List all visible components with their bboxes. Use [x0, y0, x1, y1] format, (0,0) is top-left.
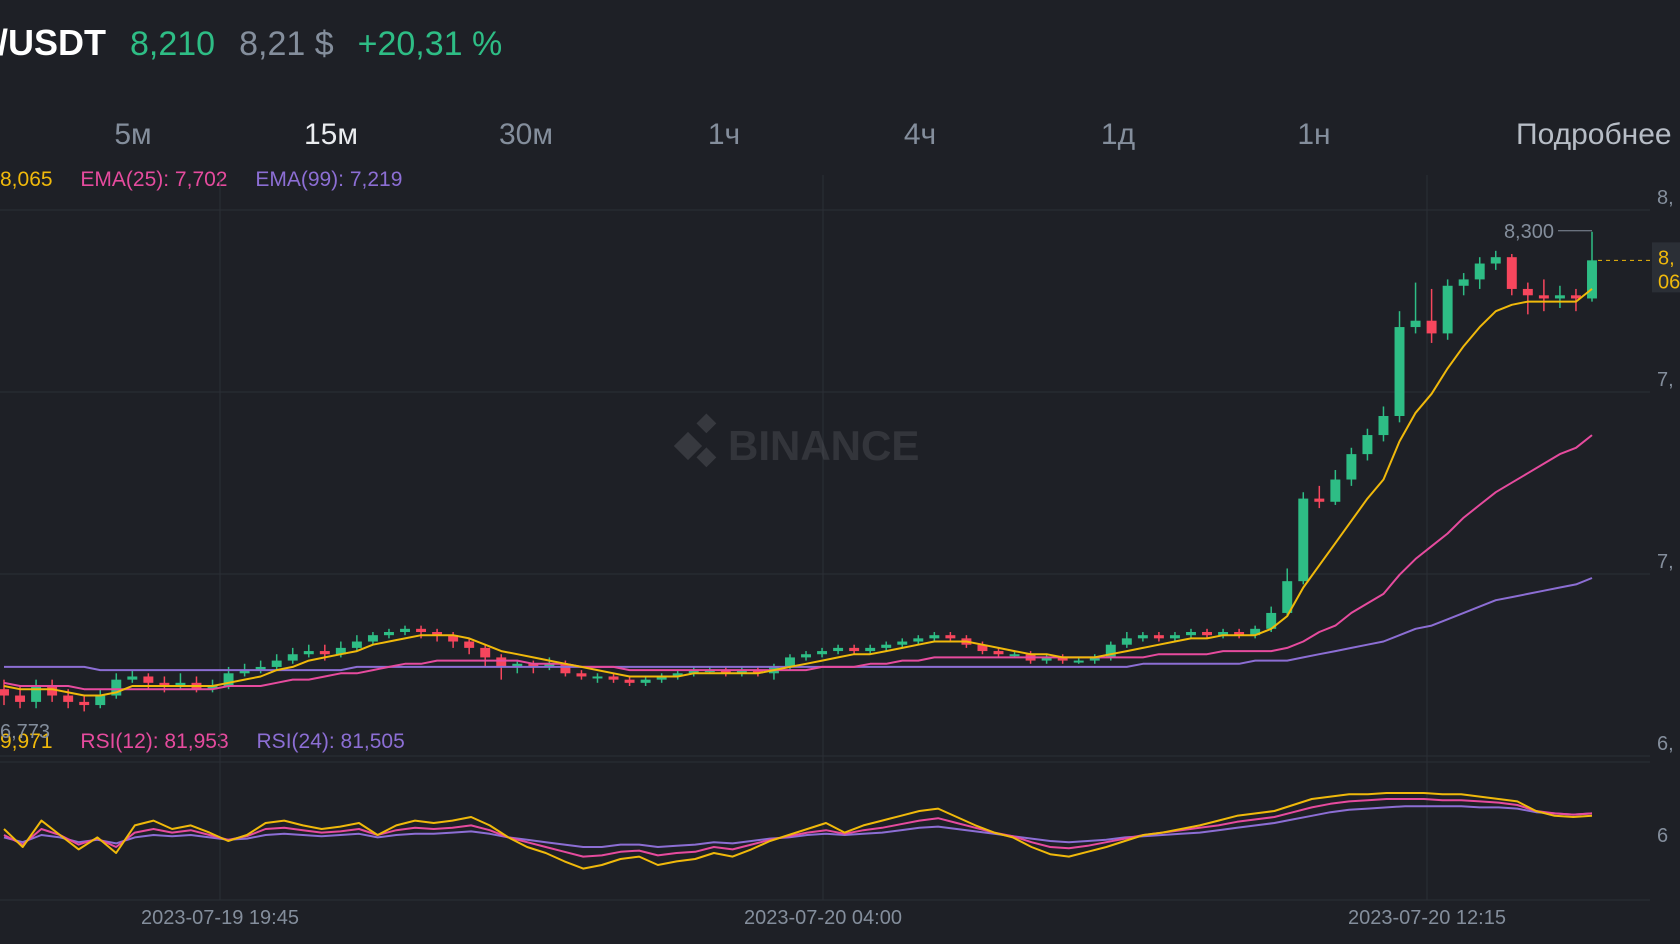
candle-up: [1121, 638, 1132, 645]
x-tick-label: 2023-07-19 19:45: [141, 907, 299, 929]
candle-up: [1458, 279, 1469, 286]
candle-down: [849, 647, 860, 652]
candle-down: [0, 689, 9, 696]
binance-logo-icon: [673, 413, 717, 468]
candle-up: [881, 644, 892, 648]
rsi-lines: [3, 792, 1593, 870]
candle-up: [271, 660, 282, 667]
candle-down: [624, 679, 635, 683]
rsi12-line: [3, 798, 1593, 858]
candle-down: [79, 701, 90, 706]
price-chart[interactable]: BINANCE 8, 7, 7, 6, 6 2023-07-19 19:45 2023-07…: [0, 0, 1680, 944]
ema7-line: [3, 288, 1593, 697]
candle-down: [143, 676, 154, 683]
candle-up: [1186, 632, 1196, 636]
candle-up: [1474, 263, 1485, 280]
candle-up: [383, 632, 394, 636]
ema99-line: [4, 577, 1593, 672]
axis-labels: 8, 7, 7, 6, 6 2023-07-19 19:45 2023-07-20 04:0…: [0, 187, 1680, 929]
candle-down: [1522, 288, 1533, 296]
candle-up: [929, 635, 940, 639]
candle-up: [817, 651, 828, 655]
candle-up: [1009, 654, 1020, 657]
watermark-text: BINANCE: [728, 422, 919, 469]
y-tick-label: 7,: [1657, 551, 1674, 573]
candle-up: [400, 628, 410, 632]
candle-up: [303, 651, 314, 655]
candle-up: [801, 654, 811, 658]
y-tick-label: 7,: [1657, 369, 1674, 391]
candle-up: [865, 647, 876, 652]
candle-up: [1490, 257, 1501, 264]
candle-up: [1298, 498, 1309, 582]
candle-down: [1426, 320, 1437, 334]
last-price-tag-value: 8,: [1658, 247, 1675, 269]
rsi6-line: [3, 792, 1593, 870]
candle-down: [480, 647, 491, 658]
candle-down: [63, 695, 74, 702]
candle-down: [319, 651, 330, 655]
last-price-tag-countdown: 06: [1658, 271, 1680, 293]
candle-up: [897, 641, 908, 645]
candle-down: [608, 676, 619, 680]
candle-up: [127, 676, 138, 680]
candle-down: [993, 651, 1004, 655]
candle-down: [576, 673, 587, 677]
candle-up: [1330, 479, 1341, 502]
candle-down: [15, 695, 26, 702]
candle-up: [1073, 660, 1084, 663]
candle-up: [640, 679, 651, 683]
candle-up: [1410, 320, 1421, 328]
x-tick-label: 2023-07-20 04:00: [744, 907, 902, 929]
binance-watermark: BINANCE: [673, 413, 919, 469]
candle-up: [95, 695, 106, 706]
candle-up: [1169, 635, 1180, 639]
candle-down: [464, 641, 475, 648]
candle-down: [1153, 635, 1164, 639]
candle-down: [416, 628, 427, 632]
candle-up: [1394, 327, 1405, 416]
chart-grid: [0, 175, 1650, 901]
high-price-label: 8,300: [1504, 221, 1554, 243]
candle-up: [1378, 416, 1389, 436]
candle-up: [1346, 454, 1357, 480]
x-tick-label: 2023-07-20 12:15: [1348, 907, 1506, 929]
y-tick-label: 8,: [1657, 187, 1674, 209]
candle-down: [1314, 498, 1325, 502]
candle-up: [367, 635, 378, 642]
candle-down: [496, 657, 507, 667]
candle-down: [945, 635, 956, 639]
candle-up: [1362, 435, 1373, 455]
candle-down: [1506, 257, 1517, 289]
candle-up: [592, 676, 603, 679]
candle-up: [351, 641, 362, 648]
candles: [0, 231, 1597, 712]
candle-down: [1202, 632, 1213, 636]
rsi24-line: [3, 805, 1593, 848]
ema-lines: [3, 288, 1593, 697]
candle-up: [1442, 285, 1453, 334]
y-tick-label: 6,: [1657, 733, 1674, 755]
candle-up: [1554, 295, 1565, 299]
low-price-label: 6,773: [0, 721, 50, 743]
candle-up: [913, 638, 924, 642]
candle-up: [287, 654, 298, 661]
rsi-tick-label: 6: [1657, 825, 1668, 847]
candle-down: [1538, 295, 1549, 299]
candle-up: [833, 647, 844, 652]
candle-up: [1137, 635, 1148, 639]
